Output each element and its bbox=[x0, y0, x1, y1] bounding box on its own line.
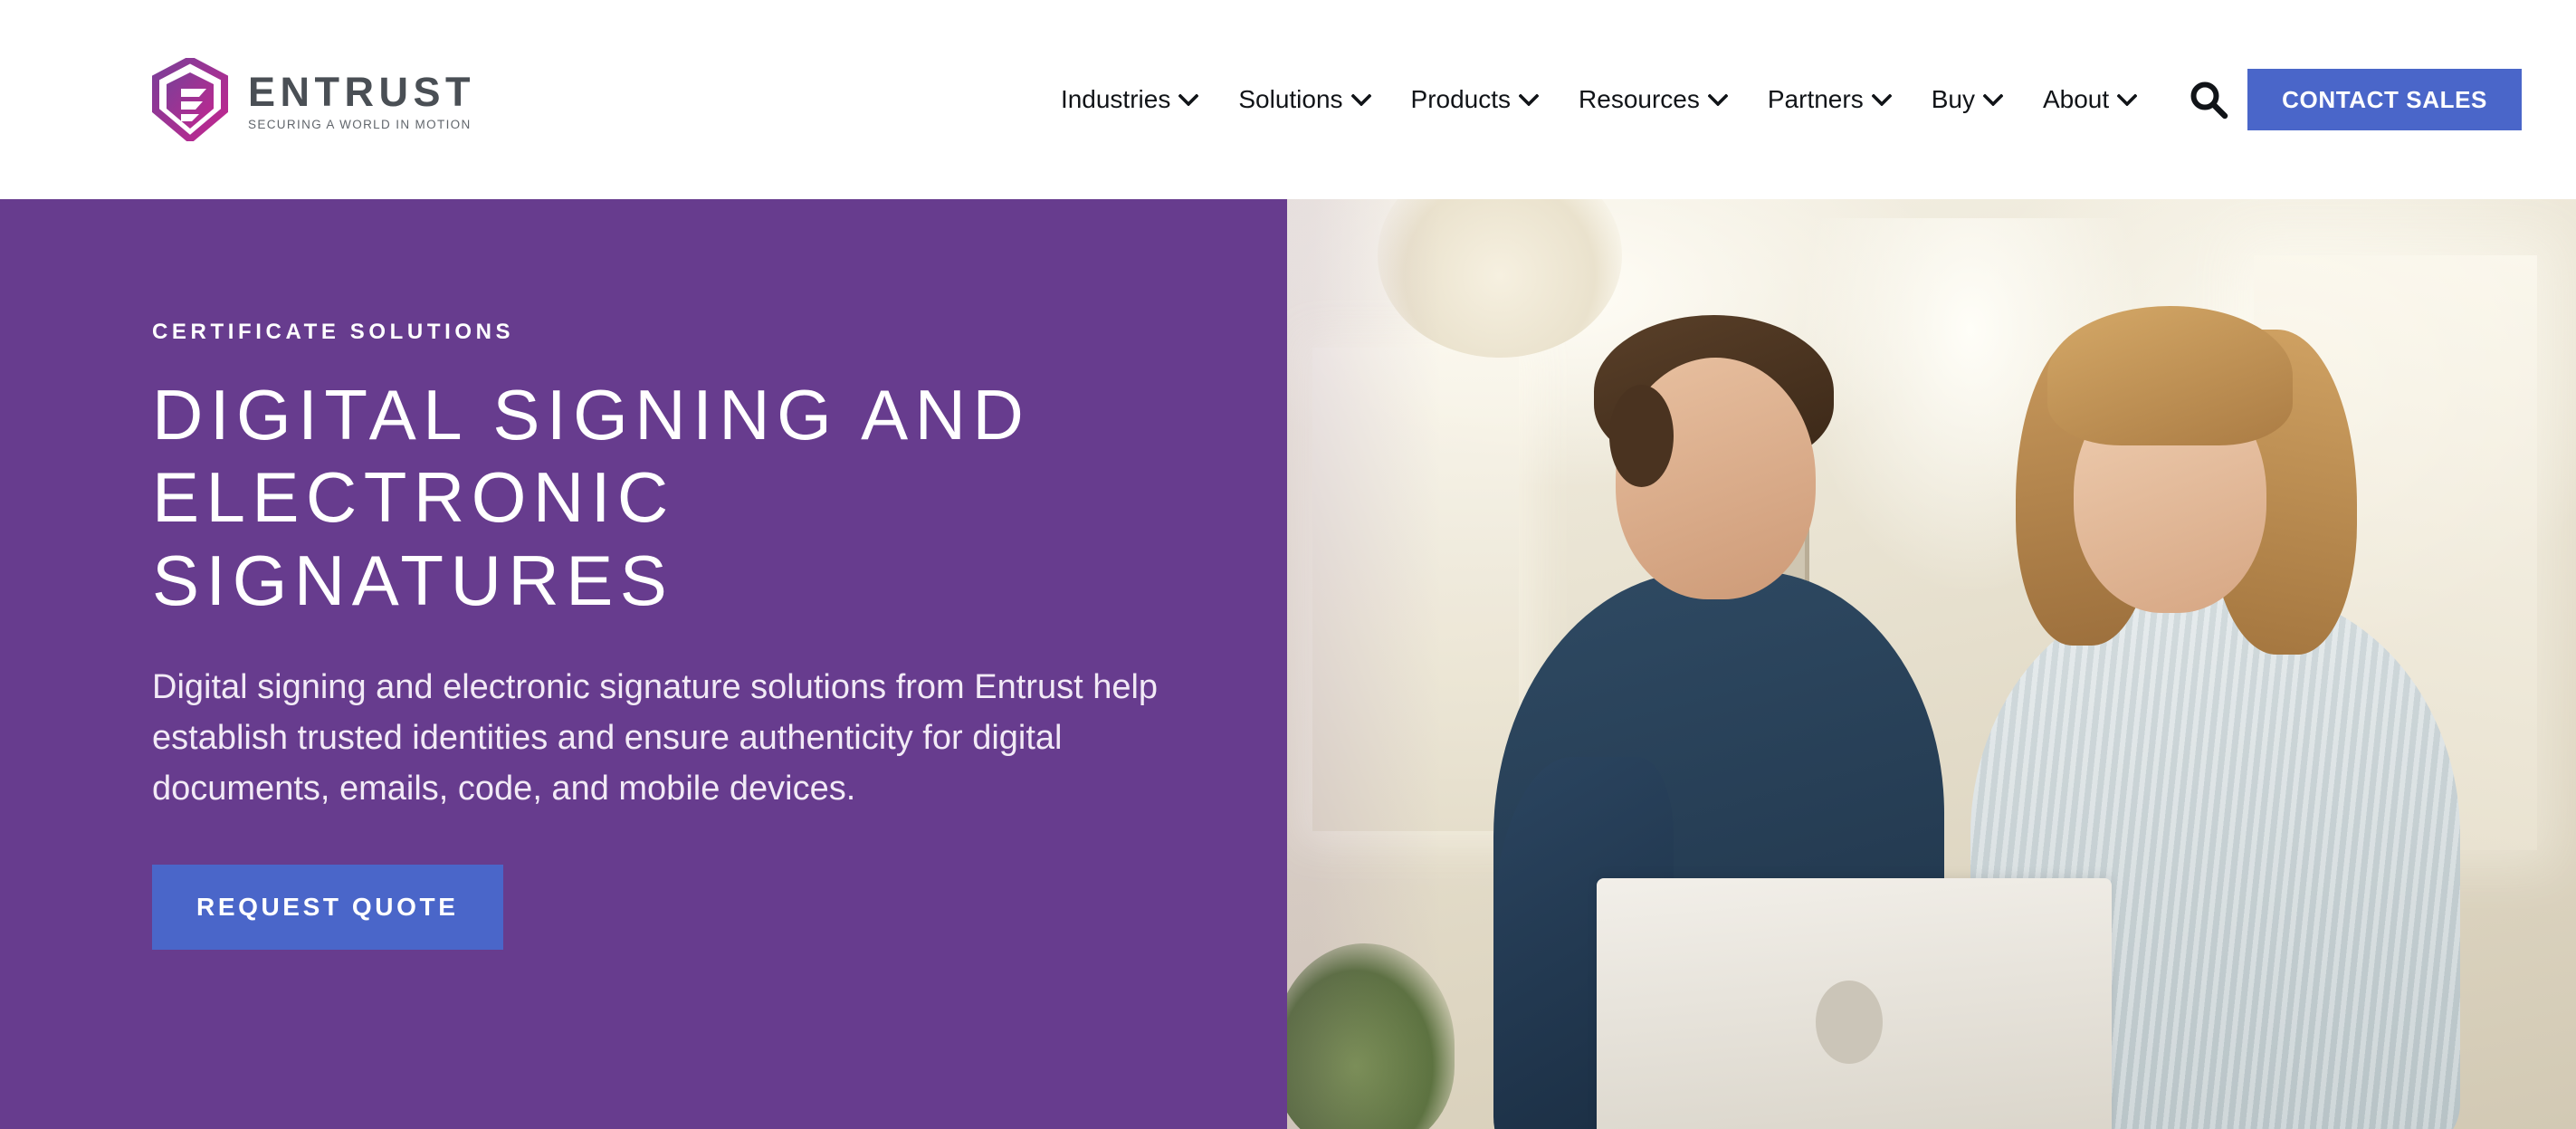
hero-section: CERTIFICATE SOLUTIONS DIGITAL SIGNING AN… bbox=[0, 199, 2576, 1129]
nav-item-label: Industries bbox=[1060, 85, 1171, 113]
chevron-down-icon bbox=[1982, 93, 2003, 106]
nav-item-partners[interactable]: Partners bbox=[1748, 85, 1912, 114]
site-header: ENTRUST SECURING A WORLD IN MOTION Indus… bbox=[0, 0, 2576, 199]
nav-item-label: Partners bbox=[1767, 85, 1864, 113]
hero-image-overlay bbox=[1287, 199, 2576, 1129]
chevron-down-icon bbox=[1350, 93, 1371, 106]
hero-eyebrow: CERTIFICATE SOLUTIONS bbox=[152, 320, 515, 344]
request-quote-button[interactable]: REQUEST QUOTE bbox=[152, 865, 503, 951]
nav-item-resources[interactable]: Resources bbox=[1559, 85, 1748, 114]
page-title: DIGITAL SIGNING AND ELECTRONIC SIGNATURE… bbox=[152, 375, 1031, 620]
search-button[interactable] bbox=[2177, 68, 2240, 131]
nav-item-label: Solutions bbox=[1238, 85, 1343, 113]
logo-wordmark: ENTRUST bbox=[248, 69, 475, 116]
chevron-down-icon bbox=[1178, 93, 1199, 106]
nav-item-label: Buy bbox=[1931, 85, 1975, 113]
hero-description: Digital signing and electronic signature… bbox=[152, 667, 1159, 808]
logo[interactable]: ENTRUST SECURING A WORLD IN MOTION bbox=[152, 58, 475, 141]
nav-item-label: About bbox=[2042, 85, 2110, 113]
nav-item-about[interactable]: About bbox=[2023, 85, 2157, 114]
nav-item-label: Products bbox=[1410, 85, 1512, 113]
logo-tagline: SECURING A WORLD IN MOTION bbox=[248, 118, 472, 132]
nav-item-industries[interactable]: Industries bbox=[1061, 85, 1218, 114]
search-icon bbox=[2188, 79, 2229, 120]
nav-item-products[interactable]: Products bbox=[1391, 85, 1560, 114]
chevron-down-icon bbox=[1871, 93, 1892, 106]
chevron-down-icon bbox=[2117, 93, 2138, 106]
chevron-down-icon bbox=[1519, 93, 1540, 106]
nav-item-buy[interactable]: Buy bbox=[1912, 85, 2023, 114]
entrust-hexagon-logo-icon bbox=[152, 58, 228, 141]
main-navigation: Industries Solutions Products Resources bbox=[1061, 68, 2522, 131]
hero-image bbox=[1287, 199, 2576, 1129]
nav-item-solutions[interactable]: Solutions bbox=[1218, 85, 1390, 114]
hero-content-panel: CERTIFICATE SOLUTIONS DIGITAL SIGNING AN… bbox=[0, 199, 1287, 1129]
nav-item-label: Resources bbox=[1579, 85, 1700, 113]
chevron-down-icon bbox=[1707, 93, 1728, 106]
contact-sales-button[interactable]: CONTACT SALES bbox=[2247, 69, 2522, 130]
